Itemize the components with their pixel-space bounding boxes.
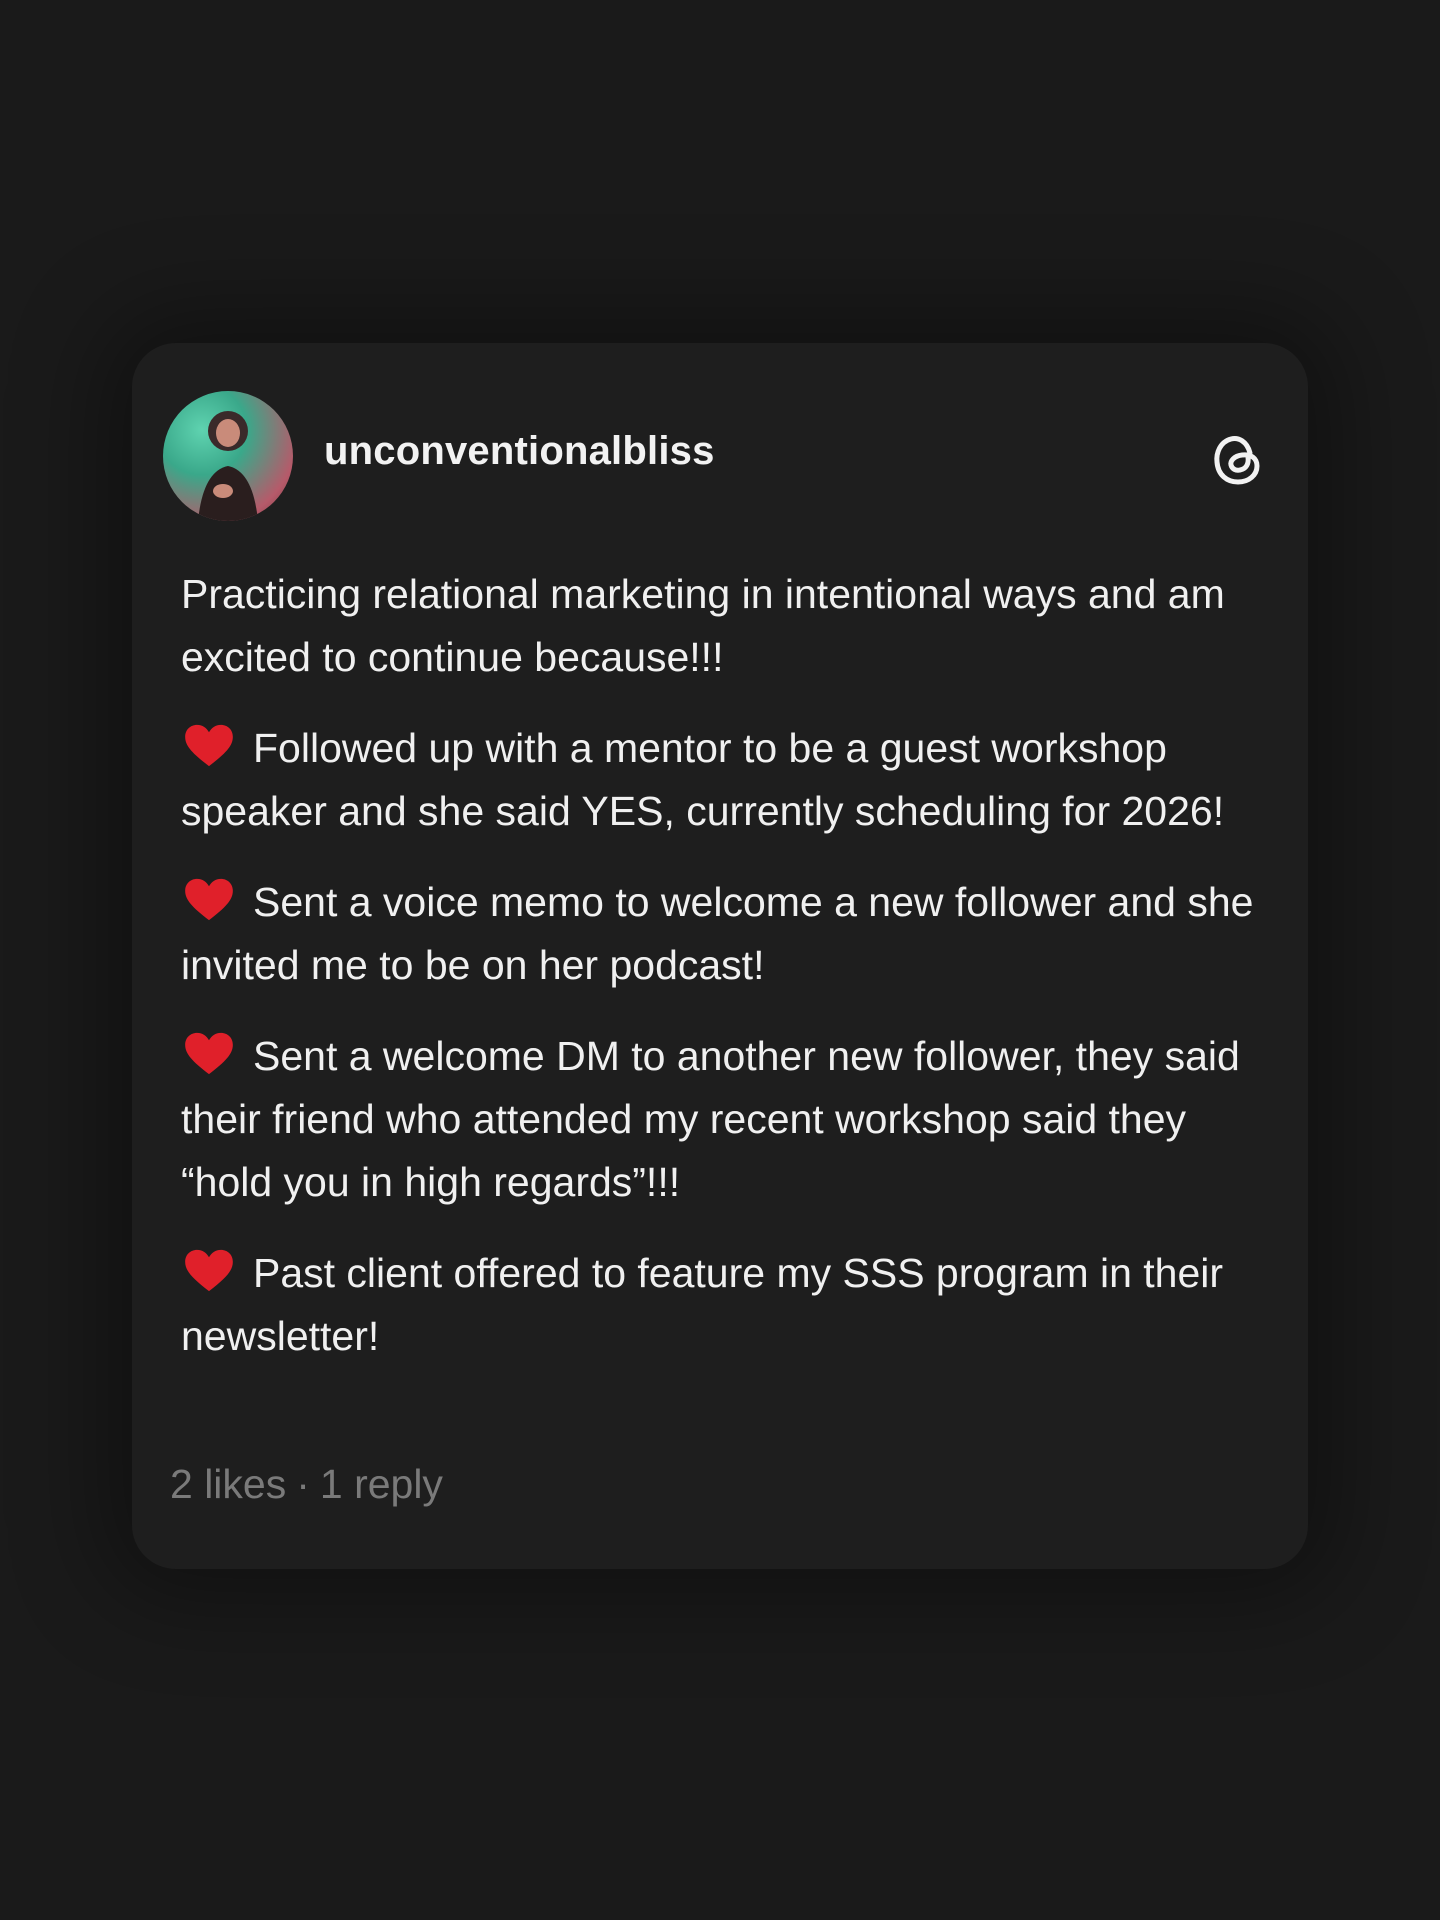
list-item-text: Sent a welcome DM to another new followe… xyxy=(181,1033,1240,1205)
list-item-text: Followed up with a mentor to be a guest … xyxy=(181,725,1225,834)
replies-count[interactable]: 1 reply xyxy=(320,1461,443,1507)
stats-separator: · xyxy=(296,1461,310,1507)
list-item-text: Past client offered to feature my SSS pr… xyxy=(181,1250,1224,1359)
red-heart-icon xyxy=(185,1032,233,1075)
username[interactable]: unconventionalbliss xyxy=(324,429,715,474)
post-text: Practicing relational marketing in inten… xyxy=(181,563,1281,1396)
list-item: Past client offered to feature my SSS pr… xyxy=(181,1242,1281,1368)
list-item: Followed up with a mentor to be a guest … xyxy=(181,717,1281,843)
threads-logo-icon[interactable] xyxy=(1206,427,1270,491)
avatar[interactable] xyxy=(163,391,293,521)
red-heart-icon xyxy=(185,878,233,921)
list-item: Sent a voice memo to welcome a new follo… xyxy=(181,871,1281,997)
list-item-text: Sent a voice memo to welcome a new follo… xyxy=(181,879,1254,988)
red-heart-icon xyxy=(185,724,233,767)
likes-count[interactable]: 2 likes xyxy=(170,1461,286,1507)
list-item: Sent a welcome DM to another new followe… xyxy=(181,1025,1281,1214)
post-stats: 2 likes · 1 reply xyxy=(170,1461,443,1508)
post-card[interactable]: unconventionalbliss Practicing relationa… xyxy=(132,343,1308,1569)
red-heart-icon xyxy=(185,1249,233,1292)
post-intro: Practicing relational marketing in inten… xyxy=(181,571,1225,680)
